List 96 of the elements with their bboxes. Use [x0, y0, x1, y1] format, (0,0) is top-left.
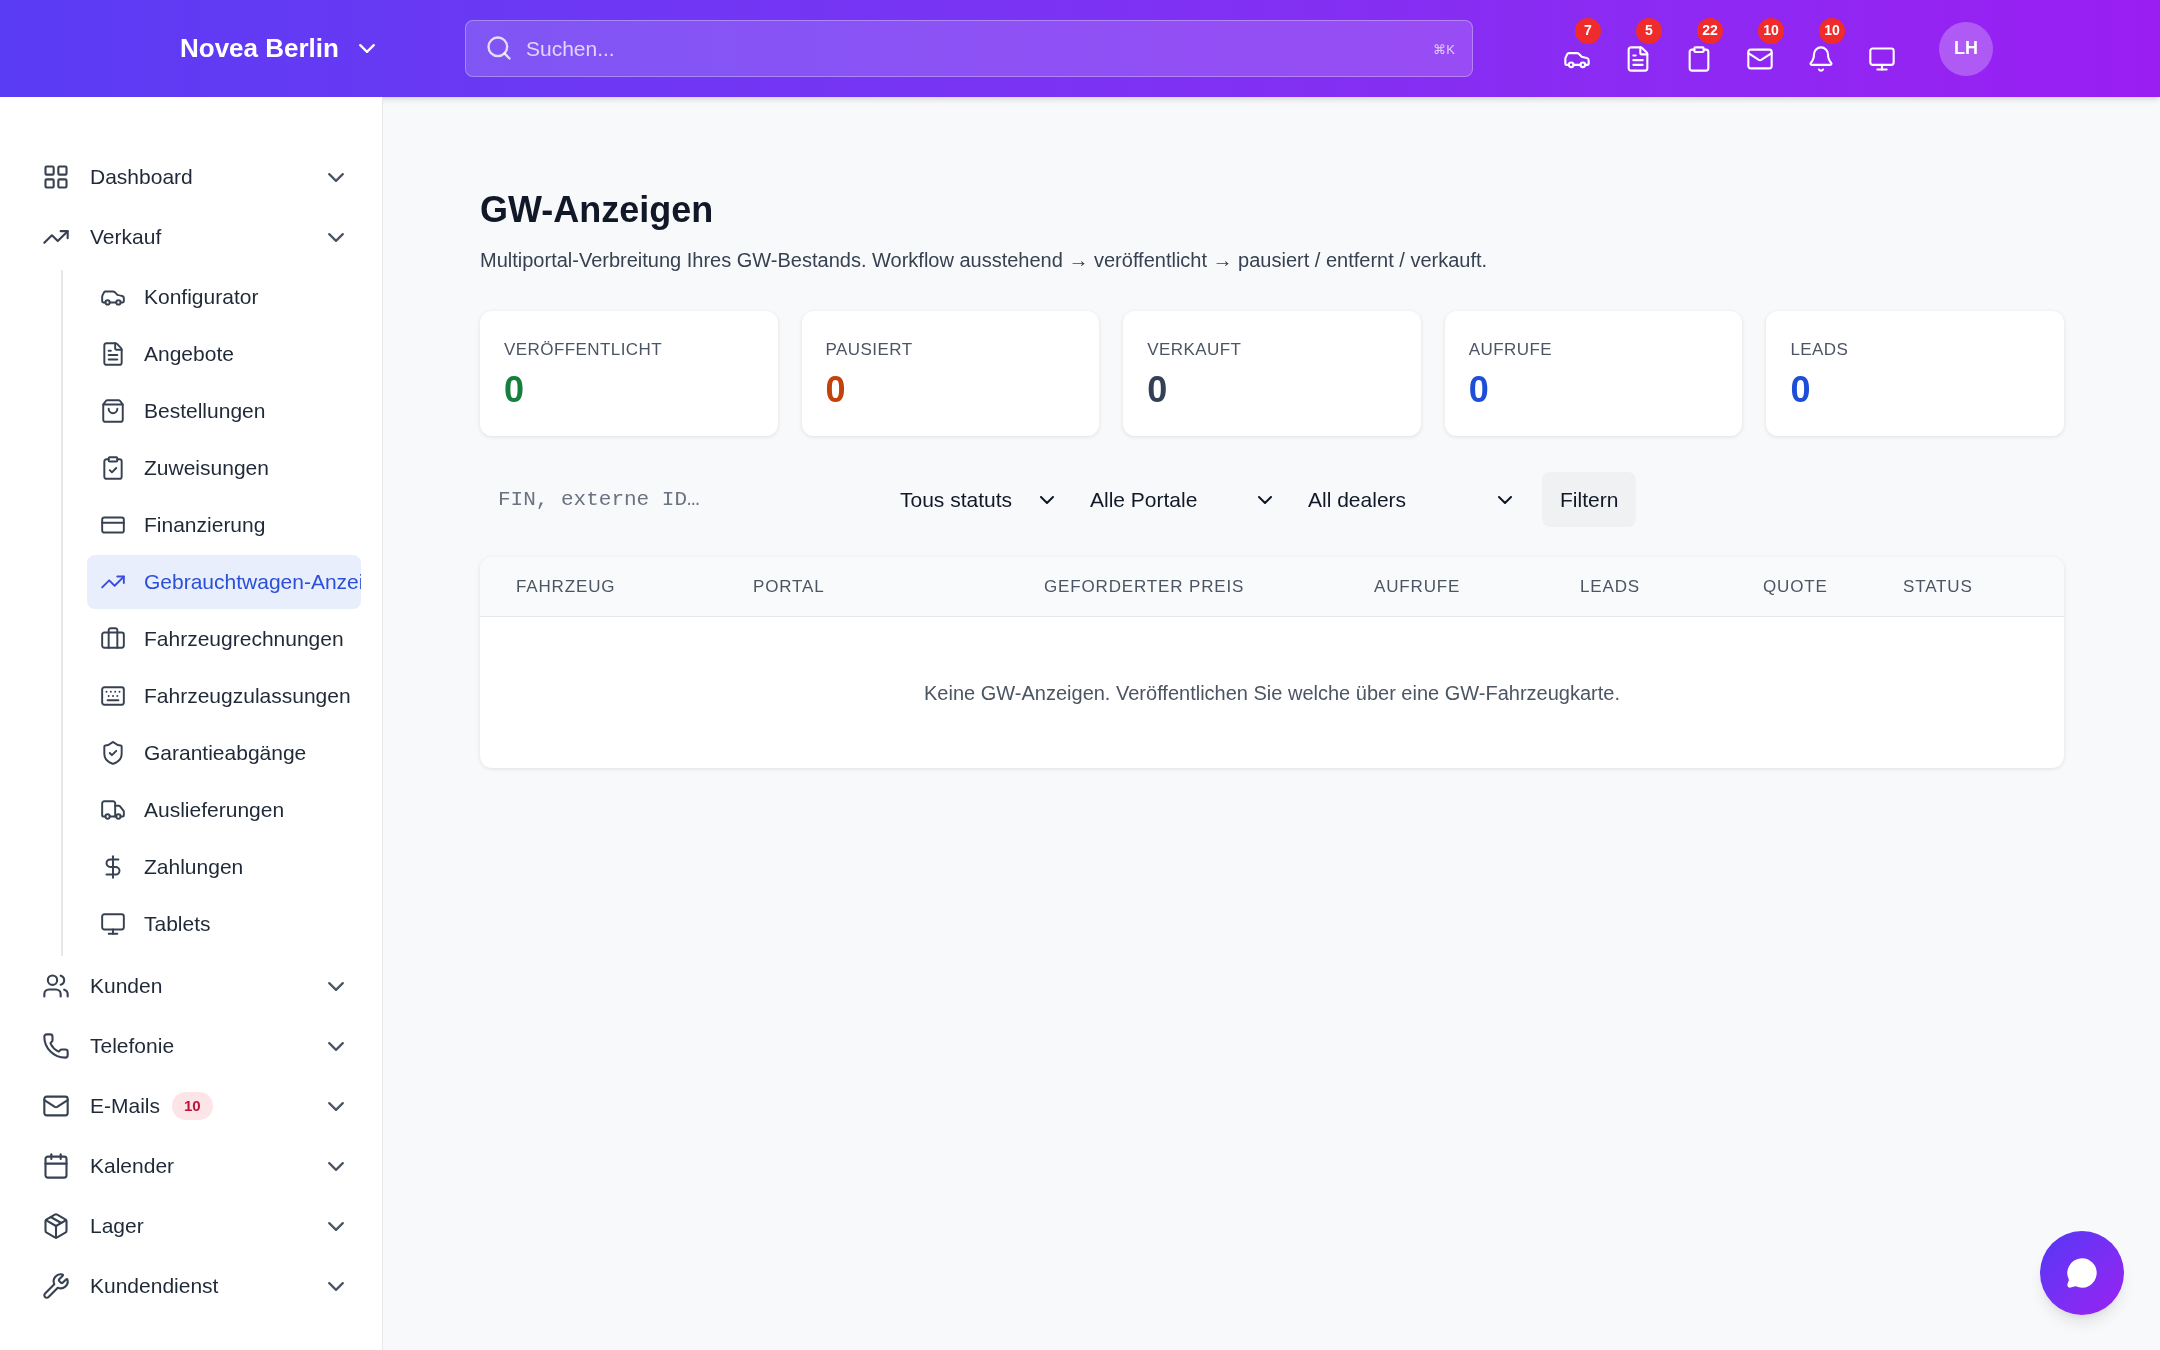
- notification-count: 7: [1574, 17, 1601, 44]
- chevron-down-icon: [328, 1221, 344, 1231]
- nav-label: Dashboard: [90, 164, 193, 191]
- monitor-icon: [100, 911, 126, 937]
- chevron-down-icon: [328, 1281, 344, 1291]
- stat-value: 0: [1790, 367, 1812, 412]
- user-avatar[interactable]: LH: [1938, 21, 1993, 76]
- nav-label: Lager: [90, 1213, 144, 1240]
- stat-label: AUFRUFE: [1468, 339, 1554, 361]
- column-header: FAHRZEUG: [516, 575, 617, 598]
- toolbar-button[interactable]: 10: [1796, 17, 1845, 80]
- nav-item[interactable]: Kalender: [0, 1136, 382, 1196]
- nav-label: Kalender: [90, 1153, 175, 1180]
- toolbar-button[interactable]: 5: [1613, 17, 1662, 80]
- users-icon: [42, 972, 70, 1000]
- nav-item[interactable]: Kunden: [0, 956, 382, 1016]
- filter-button[interactable]: Filtern: [1542, 472, 1637, 527]
- notification-count: 22: [1696, 17, 1723, 44]
- toolbar-button[interactable]: 7: [1552, 17, 1601, 80]
- filter-dropdown[interactable]: Alle Portale: [1072, 472, 1290, 527]
- nav-label: Telefonie: [90, 1033, 175, 1060]
- filter-dropdown[interactable]: Tous statuts: [882, 472, 1072, 527]
- briefcase-icon: [100, 626, 126, 652]
- shield-check-icon: [100, 740, 126, 766]
- nav-subitem[interactable]: Tablets: [87, 897, 361, 951]
- document-icon: [100, 341, 126, 367]
- empty-message: Keine GW-Anzeigen. Veröffentlichen Sie welche über eine GW-Fahrzeugkarte.: [924, 680, 1620, 706]
- nav-subitem[interactable]: Fahrzeugrechnungen: [87, 612, 361, 666]
- nav-label: E-Mails: [90, 1093, 160, 1120]
- page-subtitle: Multiportal-Verbreitung Ihres GW-Bestands. Workflow ausstehend → veröffentlicht → pausiert / entfernt / verkauft.: [480, 248, 1489, 273]
- box-icon: [42, 1212, 70, 1240]
- nav-subitem[interactable]: Garantieabgänge: [87, 726, 361, 780]
- column-header: AUFRUFE: [1374, 575, 1462, 598]
- card-icon: [100, 683, 126, 709]
- stat-label: PAUSIERT: [825, 339, 914, 361]
- shortcut-hint: ⌘K: [1433, 41, 1455, 59]
- column-header: LEADS: [1580, 575, 1641, 598]
- nav-subitem[interactable]: Finanzierung: [87, 498, 361, 552]
- chevron-down-icon: [328, 1161, 344, 1171]
- nav-label: Verkauf: [90, 224, 162, 251]
- notification-count: 10: [1818, 17, 1845, 44]
- stat-label: VERKAUFT: [1147, 339, 1243, 361]
- chevron-down-icon: [328, 172, 344, 182]
- chevron-down-icon: [328, 1101, 344, 1111]
- stat-value: 0: [825, 367, 847, 412]
- grid-icon: [42, 163, 70, 191]
- chevron-down-icon: [1498, 495, 1512, 504]
- stat-label: VERÖFFENTLICHT: [504, 339, 663, 361]
- nav-label: Kundendienst: [90, 1273, 219, 1300]
- nav-item[interactable]: Lager: [0, 1196, 382, 1256]
- toolbar-button[interactable]: 22: [1674, 17, 1723, 80]
- chevron-down-icon: [1040, 495, 1054, 504]
- stat-value: 0: [504, 367, 526, 412]
- stat-value: 0: [1147, 367, 1169, 412]
- column-header: STATUS: [1903, 575, 1974, 598]
- chevron-down-icon: [1258, 495, 1272, 504]
- nav-subitem[interactable]: Zahlungen: [87, 840, 361, 894]
- chevron-down-icon: [328, 1041, 344, 1051]
- column-header: QUOTE: [1763, 575, 1829, 598]
- search-icon: [484, 34, 513, 62]
- page-title: GW-Anzeigen: [480, 188, 715, 232]
- nav-item[interactable]: Telefonie: [0, 1016, 382, 1076]
- nav-subitem[interactable]: Bestellungen: [87, 384, 361, 438]
- chat-bubble-icon: [2066, 1257, 2098, 1289]
- nav-subitem[interactable]: Zuweisungen: [87, 441, 361, 495]
- filter-dropdown[interactable]: All dealers: [1290, 472, 1530, 527]
- column-header: GEFORDERTER PREIS: [1044, 575, 1246, 598]
- bell-icon: [1806, 44, 1835, 73]
- chevron-down-icon: [328, 232, 344, 242]
- monitor-icon: [1867, 44, 1896, 73]
- nav-subitem[interactable]: Fahrzeugzulassungen: [87, 669, 361, 723]
- brand-switcher[interactable]: Novea Berlin: [180, 29, 375, 68]
- notification-count: 5: [1635, 17, 1662, 44]
- calendar-icon: [42, 1152, 70, 1180]
- stat-value: 0: [1468, 367, 1490, 412]
- stat-label: LEADS: [1790, 339, 1850, 361]
- nav-item[interactable]: E-Mails 10: [0, 1076, 382, 1136]
- nav-subitem[interactable]: Konfigurator: [87, 270, 361, 324]
- chevron-down-icon: [358, 44, 375, 53]
- chevron-down-icon: [328, 981, 344, 991]
- toolbar-button[interactable]: 10: [1735, 17, 1784, 80]
- nav-item[interactable]: Verkauf: [0, 207, 382, 267]
- nav-subitem[interactable]: Angebote: [87, 327, 361, 381]
- count-badge: 10: [172, 1092, 213, 1120]
- nav-item[interactable]: Kundendienst: [0, 1256, 382, 1316]
- phone-icon: [42, 1032, 70, 1060]
- search-field[interactable]: FIN, externe ID…: [480, 472, 870, 527]
- clipboard-check-icon: [100, 455, 126, 481]
- truck-icon: [100, 797, 126, 823]
- nav-item[interactable]: Dashboard: [0, 147, 382, 207]
- notification-count: 10: [1757, 17, 1784, 44]
- bag-icon: [100, 398, 126, 424]
- tools-icon: [42, 1272, 70, 1300]
- nav-label: Kunden: [90, 973, 163, 1000]
- nav-subitem[interactable]: Auslieferungen: [87, 783, 361, 837]
- column-header: PORTAL: [753, 575, 826, 598]
